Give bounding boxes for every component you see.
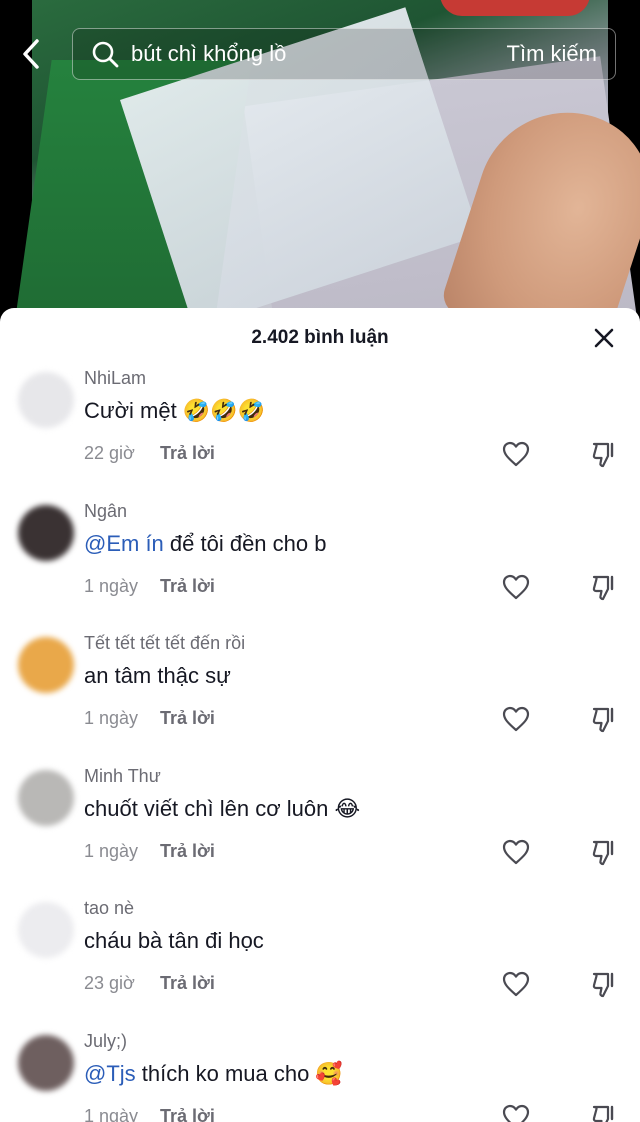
- close-button[interactable]: [590, 324, 618, 352]
- comment-body: để tôi đền cho b: [163, 530, 327, 556]
- back-button[interactable]: [14, 34, 50, 74]
- reply-button[interactable]: Trả lời: [160, 973, 215, 994]
- comment-timestamp: 22 giờ: [84, 443, 135, 463]
- reply-button[interactable]: Trả lời: [160, 443, 215, 464]
- chevron-left-icon: [23, 39, 39, 69]
- dislike-button[interactable]: [588, 968, 620, 1000]
- avatar[interactable]: [18, 372, 74, 428]
- avatar[interactable]: [18, 504, 74, 561]
- comment-username[interactable]: NhiLam: [84, 368, 146, 389]
- comment-text: cháu bà tân đi học: [84, 928, 264, 954]
- like-button[interactable]: [500, 703, 532, 735]
- search-input[interactable]: bút chì khổng lồ Tìm kiếm: [72, 28, 616, 80]
- comment-username[interactable]: Minh Thư: [84, 766, 161, 787]
- search-query[interactable]: bút chì khổng lồ: [131, 41, 507, 67]
- thumbs-down-icon: [592, 442, 614, 468]
- comment-text: @Tjs thích ko mua cho 🥰: [84, 1061, 343, 1087]
- heart-icon: [502, 971, 530, 997]
- comment-username[interactable]: Ngân: [84, 501, 127, 522]
- search-button[interactable]: Tìm kiếm: [507, 41, 597, 67]
- heart-icon: [502, 1104, 530, 1122]
- comment-text: chuốt viết chì lên cơ luôn 😂: [84, 796, 360, 822]
- reply-button[interactable]: Trả lời: [160, 841, 215, 862]
- like-button[interactable]: [500, 438, 532, 470]
- heart-icon: [502, 574, 530, 599]
- comment-timestamp: 1 ngày: [84, 708, 139, 728]
- comment-timestamp: 1 ngày: [84, 575, 139, 596]
- comment-item: July;) @Tjs thích ko mua cho 🥰 1 ngày Tr…: [0, 1031, 640, 1122]
- comment-username[interactable]: July;): [84, 1031, 127, 1052]
- avatar[interactable]: [18, 769, 74, 826]
- comment-item: Minh Thư chuốt viết chì lên cơ luôn 😂 1 …: [0, 766, 640, 898]
- comments-sheet: 2.402 bình luận NhiLam Cười mệt 🤣🤣🤣 22 g…: [0, 308, 640, 1122]
- dislike-button[interactable]: [588, 438, 620, 470]
- dislike-button[interactable]: [588, 836, 620, 868]
- like-button[interactable]: [500, 836, 532, 868]
- dislike-button[interactable]: [588, 571, 620, 603]
- heart-icon: [502, 839, 530, 864]
- like-button[interactable]: [500, 571, 532, 603]
- comment-timestamp: 23 giờ: [84, 973, 135, 993]
- reply-button[interactable]: Trả lời: [160, 708, 215, 729]
- comment-item: Ngân @Em ín để tôi đền cho b 1 ngày Trả …: [0, 501, 640, 633]
- search-icon: [91, 40, 119, 68]
- comment-timestamp: 1 ngày: [84, 1105, 139, 1122]
- comments-header: 2.402 bình luận: [0, 308, 640, 368]
- comment-text: an tâm thậc sự: [84, 663, 231, 689]
- comment-item: Tết tết tết tết đến rồi an tâm thậc sự 1…: [0, 633, 640, 765]
- like-button[interactable]: [500, 1101, 532, 1122]
- comment-body: Cười mệt 🤣🤣🤣: [84, 398, 266, 423]
- dislike-button[interactable]: [588, 703, 620, 735]
- reply-button[interactable]: Trả lời: [160, 576, 215, 597]
- comment-username[interactable]: Tết tết tết tết đến rồi: [84, 633, 245, 654]
- avatar[interactable]: [18, 637, 74, 693]
- comment-body: chuốt viết chì lên cơ luôn 😂: [84, 795, 361, 821]
- comment-mention[interactable]: @Tjs: [84, 1061, 136, 1086]
- comment-body: cháu bà tân đi học: [84, 928, 264, 953]
- like-button[interactable]: [500, 968, 532, 1000]
- comment-item: NhiLam Cười mệt 🤣🤣🤣 22 giờ Trả lời: [0, 368, 640, 500]
- avatar[interactable]: [18, 1034, 74, 1091]
- comment-body: an tâm thậc sự: [84, 663, 231, 688]
- thumbs-down-icon: [592, 972, 614, 998]
- comment-text: Cười mệt 🤣🤣🤣: [84, 398, 265, 424]
- comment-mention[interactable]: @Em ín: [84, 531, 164, 556]
- comment-body: thích ko mua cho 🥰: [135, 1060, 343, 1086]
- comment-timestamp: 1 ngày: [84, 840, 139, 861]
- heart-icon: [502, 706, 530, 732]
- reply-button[interactable]: Trả lời: [160, 1106, 215, 1122]
- thumbs-down-icon: [592, 575, 614, 600]
- dislike-button[interactable]: [588, 1101, 620, 1122]
- comments-count-title: 2.402 bình luận: [251, 327, 389, 348]
- avatar[interactable]: [18, 902, 74, 958]
- comment-item: tao nè cháu bà tân đi học 23 giờ Trả lời: [0, 898, 640, 1030]
- close-icon: [594, 328, 614, 348]
- video-banner: [440, 0, 590, 16]
- heart-icon: [502, 441, 530, 467]
- comment-username[interactable]: tao nè: [84, 898, 134, 919]
- comment-text: @Em ín để tôi đền cho b: [84, 531, 326, 557]
- thumbs-down-icon: [592, 707, 614, 733]
- thumbs-down-icon: [592, 840, 614, 865]
- thumbs-down-icon: [592, 1105, 614, 1122]
